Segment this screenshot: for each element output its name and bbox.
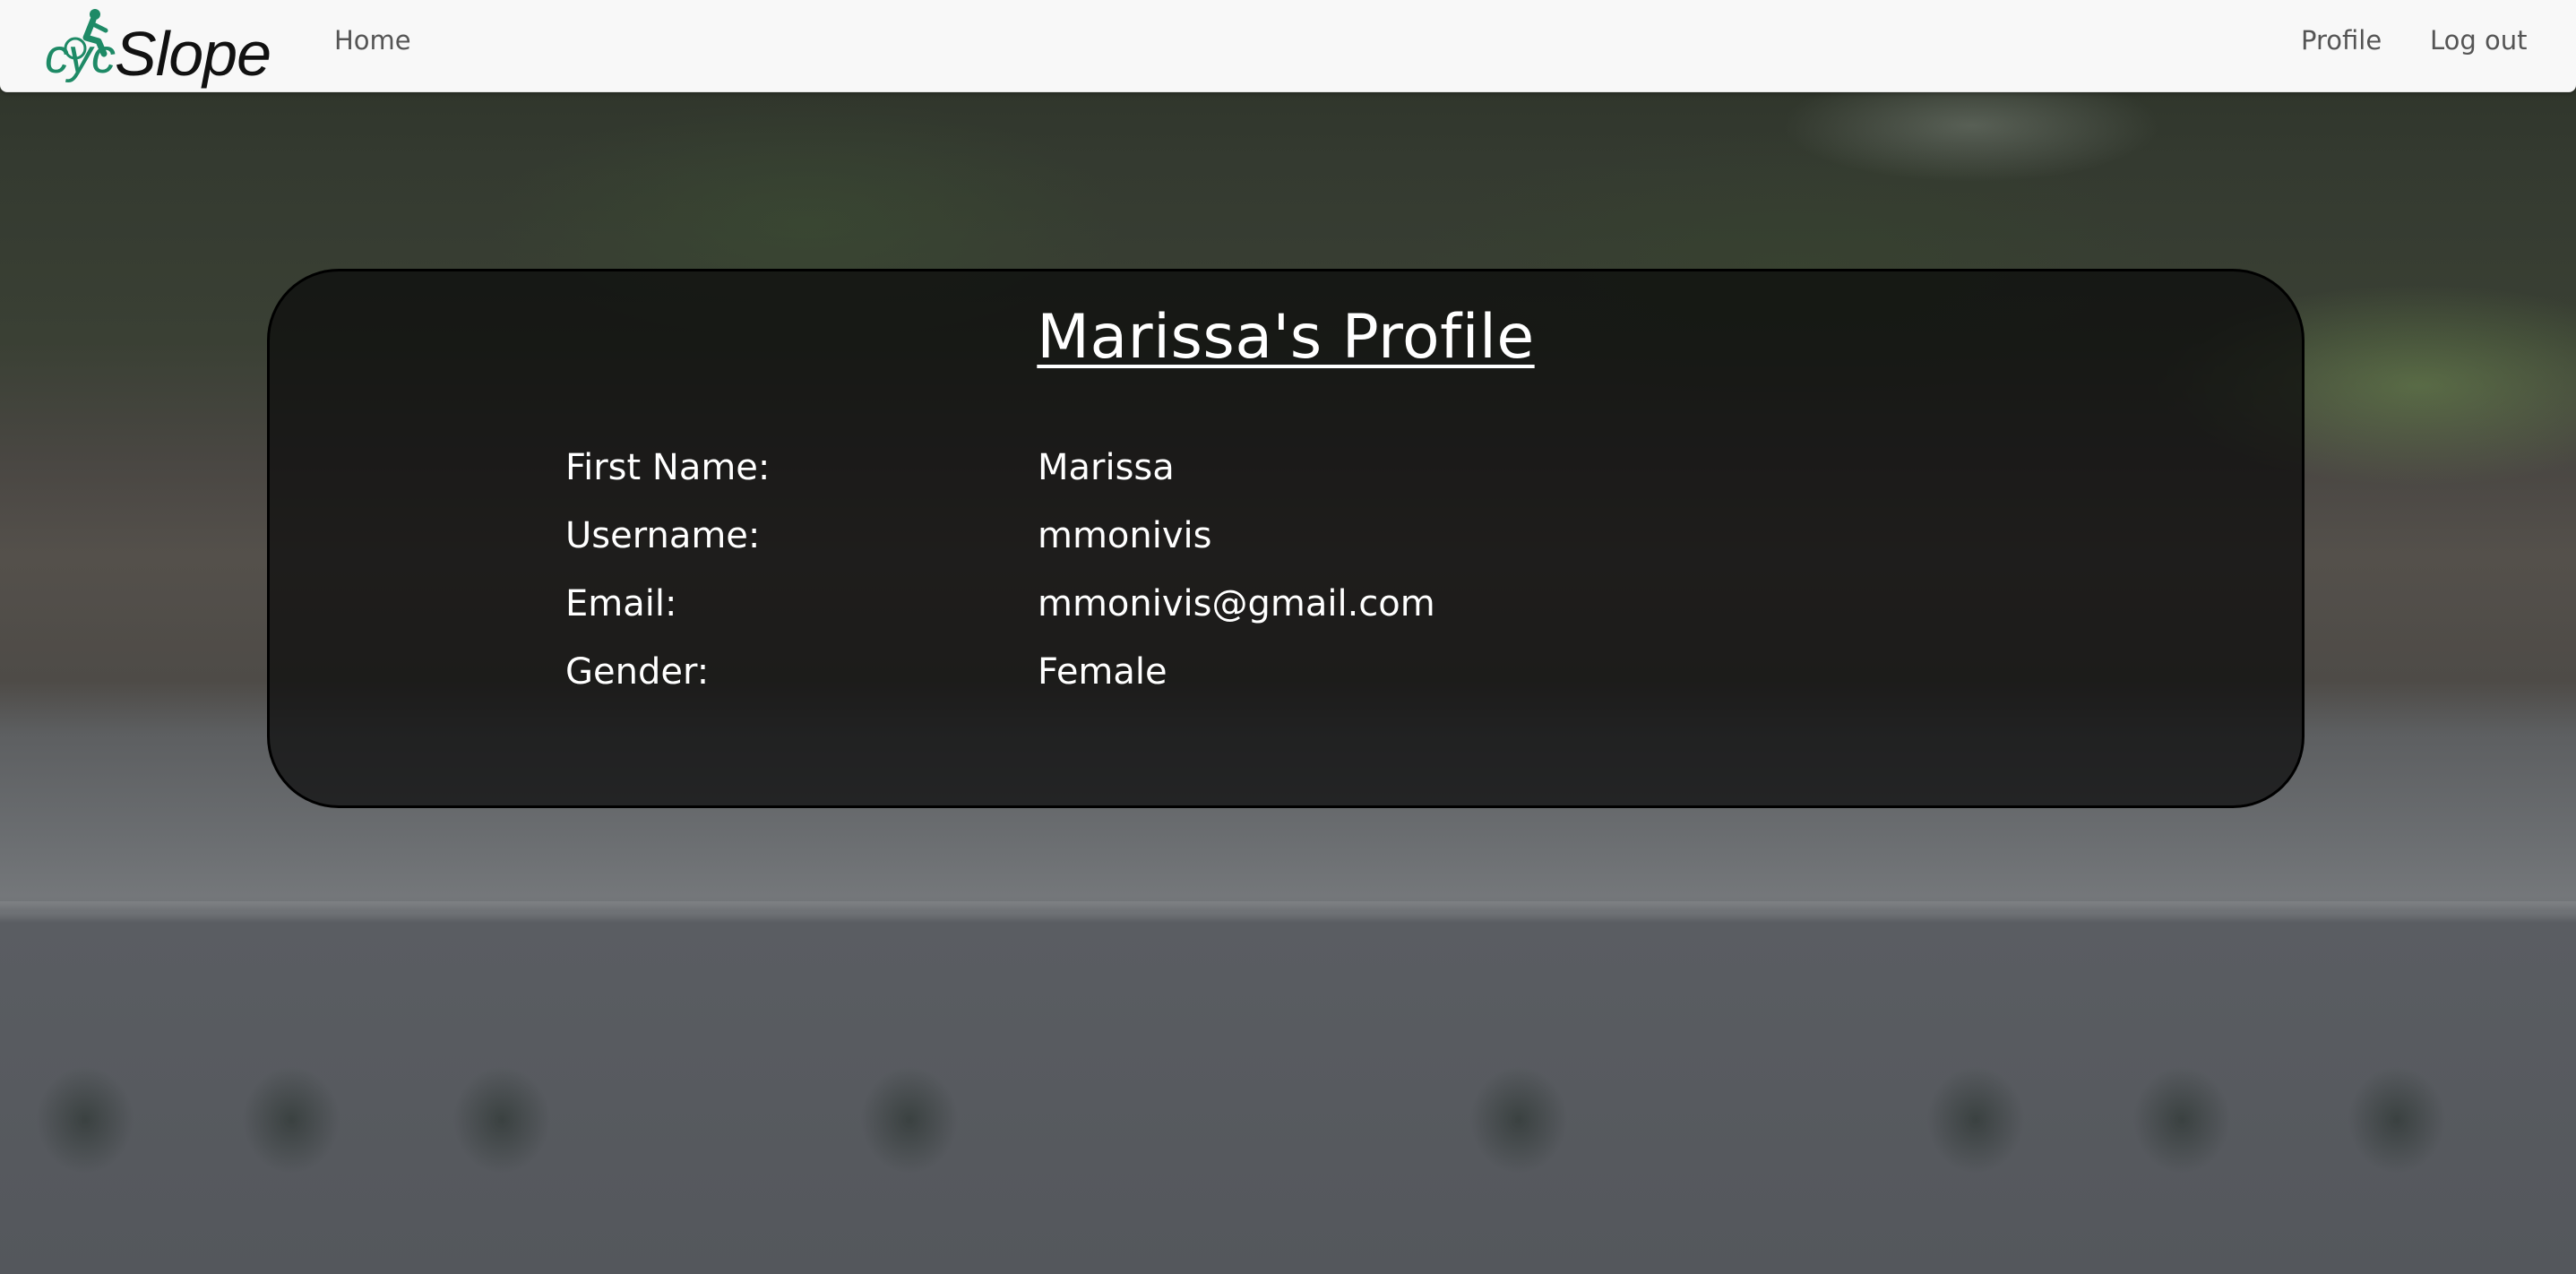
cyclist-icon: [64, 9, 108, 60]
background-baluster: [1926, 1066, 2025, 1174]
profile-field-row: Email: mmonivis@gmail.com: [270, 583, 2302, 637]
first-name-value: Marissa: [1038, 447, 1175, 488]
email-label: Email:: [565, 583, 677, 624]
background-baluster: [452, 1066, 551, 1174]
profile-field-row: First Name: Marissa: [270, 447, 2302, 501]
page-title: Marissa's Profile: [1037, 302, 1535, 373]
background-baluster: [2132, 1066, 2231, 1174]
background-baluster: [242, 1066, 340, 1174]
nav-profile-link[interactable]: Profile: [2301, 25, 2382, 56]
first-name-label: First Name:: [565, 447, 771, 488]
background-baluster: [1469, 1066, 1568, 1174]
username-label: Username:: [565, 515, 761, 556]
profile-field-row: Gender: Female: [270, 651, 2302, 705]
email-value: mmonivis@gmail.com: [1038, 583, 1435, 624]
brand-logo-name: Slope: [115, 19, 271, 89]
background-baluster: [860, 1066, 959, 1174]
nav-home-link[interactable]: Home: [334, 25, 411, 56]
gender-value: Female: [1038, 651, 1167, 693]
username-value: mmonivis: [1038, 515, 1212, 556]
profile-field-row: Username: mmonivis: [270, 515, 2302, 569]
background-road-line: [0, 901, 2576, 910]
brand-logo[interactable]: cyc Slope: [43, 5, 271, 89]
background-baluster: [2348, 1066, 2446, 1174]
profile-page: cyc Slope Home Profile Log out Marissa's…: [0, 0, 2576, 1274]
nav-logout-link[interactable]: Log out: [2430, 25, 2528, 56]
gender-label: Gender:: [565, 651, 710, 693]
background-baluster: [36, 1066, 134, 1174]
profile-card: Marissa's Profile First Name: Marissa Us…: [267, 269, 2305, 808]
top-navbar: cyc Slope Home Profile Log out: [0, 0, 2576, 92]
